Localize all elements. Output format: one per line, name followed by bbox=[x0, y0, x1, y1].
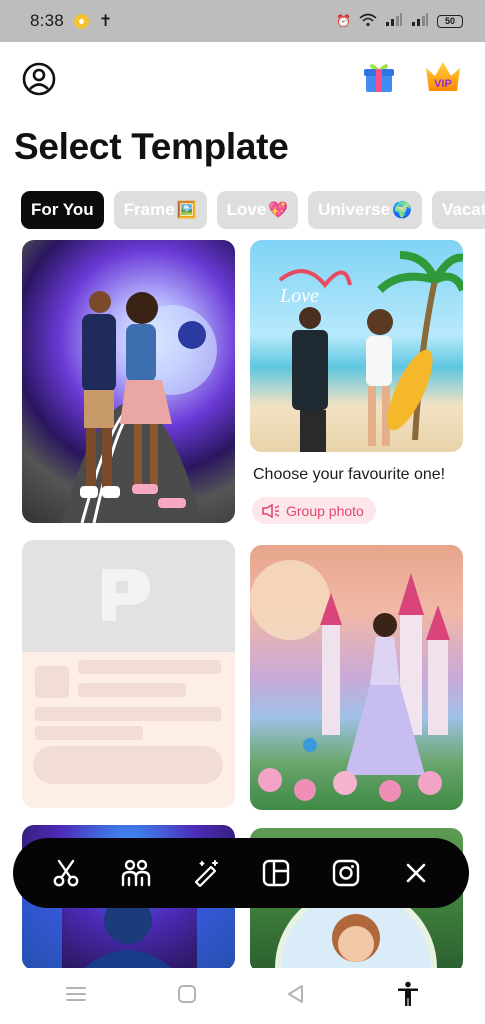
page-title: Select Template bbox=[14, 126, 289, 167]
battery-indicator: 50 bbox=[437, 14, 463, 28]
people-icon[interactable] bbox=[116, 853, 156, 893]
back-triangle-icon[interactable] bbox=[286, 984, 306, 1009]
globe-emoji-icon: 🌍 bbox=[392, 202, 412, 219]
app-header: VIP bbox=[22, 58, 463, 98]
chip-for-you[interactable]: For You bbox=[21, 191, 104, 229]
system-nav-bar bbox=[0, 968, 485, 1024]
chip-label: For You bbox=[31, 200, 94, 219]
placeholder-image bbox=[22, 540, 235, 652]
chip-label: Vacati bbox=[441, 200, 485, 219]
layout-icon[interactable] bbox=[256, 853, 296, 893]
template-card-fantasy-castle[interactable] bbox=[250, 545, 463, 810]
vip-badge[interactable]: VIP bbox=[423, 58, 463, 99]
accessibility-status-icon: ✝ bbox=[98, 13, 113, 30]
template-card-tunnel-couple[interactable] bbox=[22, 240, 235, 523]
placeholder-line bbox=[78, 660, 221, 674]
template-image: Love bbox=[278, 251, 463, 452]
frame-emoji-icon: 🖼️ bbox=[176, 202, 197, 219]
template-card-placeholder bbox=[22, 540, 235, 808]
accessibility-icon[interactable] bbox=[396, 981, 420, 1012]
account-circle-icon[interactable] bbox=[22, 62, 56, 101]
app-logo-icon bbox=[102, 569, 150, 621]
chip-label: Universe bbox=[318, 200, 391, 219]
instagram-icon[interactable] bbox=[326, 853, 366, 893]
home-square-icon[interactable] bbox=[177, 984, 197, 1009]
speaker-icon bbox=[262, 503, 280, 518]
floating-edit-toolbar bbox=[13, 838, 469, 908]
chip-vacation[interactable]: Vacati bbox=[431, 191, 485, 229]
notification-icon bbox=[73, 13, 89, 29]
svg-text:Love: Love bbox=[279, 285, 319, 307]
heart-emoji-icon: 💖 bbox=[268, 202, 289, 219]
signal-icon-2 bbox=[411, 13, 429, 29]
chip-love[interactable]: Love 💖 bbox=[216, 191, 299, 229]
chip-universe[interactable]: Universe 🌍 bbox=[308, 191, 422, 229]
group-photo-tag[interactable]: Group photo bbox=[252, 497, 376, 524]
template-card-beach-couple[interactable]: Love bbox=[250, 240, 463, 452]
scissors-icon[interactable] bbox=[46, 853, 86, 893]
alarm-icon: ⏰ bbox=[336, 14, 351, 28]
signal-icon bbox=[385, 13, 403, 29]
status-time: 8:38 bbox=[30, 11, 64, 30]
category-chips: For You Frame 🖼️ Love 💖 Universe 🌍 Vacat… bbox=[21, 191, 485, 229]
placeholder-button bbox=[33, 746, 223, 784]
vip-label: VIP bbox=[434, 78, 452, 90]
chip-frame[interactable]: Frame 🖼️ bbox=[113, 191, 207, 229]
placeholder-line bbox=[35, 726, 143, 740]
template-caption: Choose your favourite one! bbox=[253, 466, 446, 483]
template-image bbox=[62, 291, 217, 523]
menu-icon[interactable] bbox=[65, 985, 87, 1008]
status-bar: 8:38 ✝ ⏰ 50 bbox=[0, 0, 485, 42]
gift-icon[interactable] bbox=[363, 60, 395, 99]
placeholder-avatar bbox=[35, 666, 69, 698]
chip-label: Frame bbox=[123, 200, 175, 219]
chip-label: Love bbox=[226, 200, 267, 219]
placeholder-line bbox=[35, 707, 221, 721]
template-image bbox=[250, 560, 450, 802]
tag-label: Group photo bbox=[286, 502, 364, 519]
magic-wand-icon[interactable] bbox=[186, 853, 226, 893]
wifi-icon bbox=[359, 13, 377, 30]
placeholder-line bbox=[78, 683, 186, 697]
close-icon[interactable] bbox=[396, 853, 436, 893]
